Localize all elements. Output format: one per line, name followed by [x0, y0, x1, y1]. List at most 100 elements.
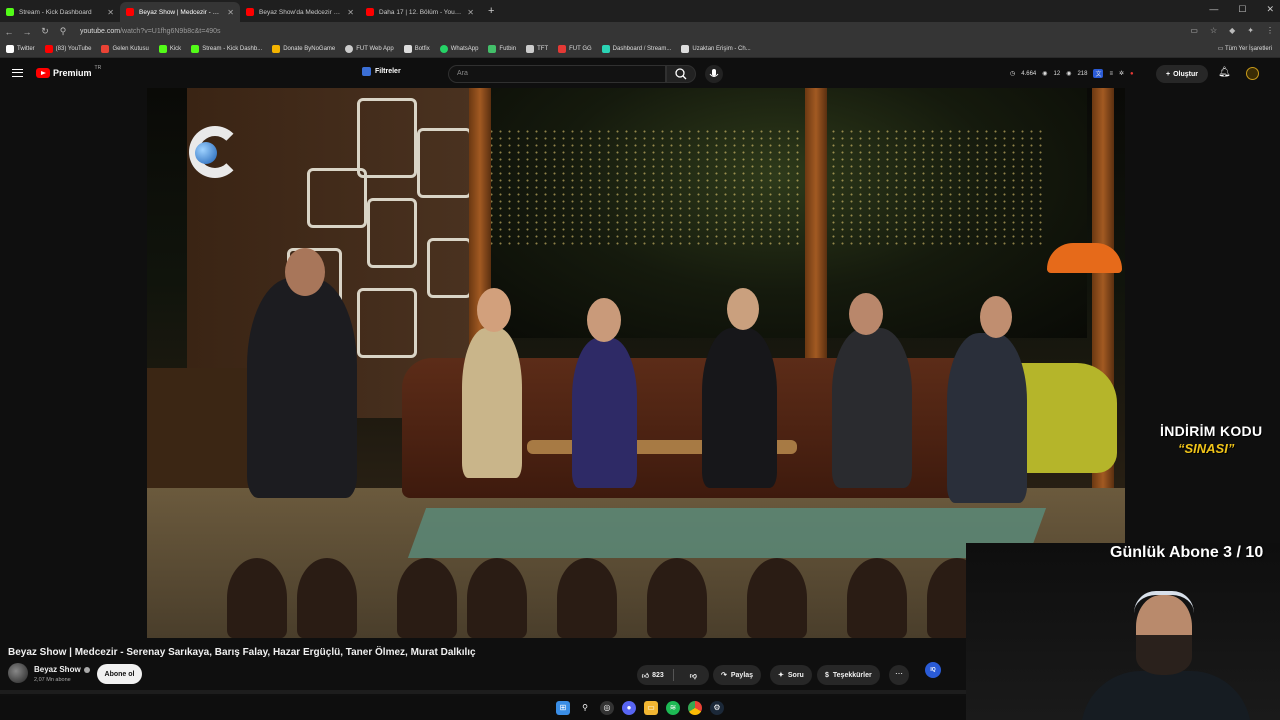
- puzzle-icon[interactable]: ✦: [1247, 26, 1254, 35]
- discord-icon[interactable]: ●: [622, 701, 636, 715]
- bookmark-item[interactable]: Botfix: [403, 45, 430, 53]
- extension-icon[interactable]: ◆: [1229, 26, 1235, 35]
- stat-b: 218: [1077, 70, 1088, 77]
- like-dislike-group: 👍︎ 823 👎︎: [637, 665, 709, 685]
- windows-start-icon[interactable]: ⊞: [556, 701, 570, 715]
- create-button[interactable]: + Oluştur: [1156, 65, 1208, 83]
- bookmark-item[interactable]: Gelen Kutusu: [101, 45, 149, 53]
- sparkle-icon: ✦: [778, 672, 784, 679]
- bookmark-item[interactable]: FUT GG: [558, 45, 592, 53]
- all-bookmarks-label: Tüm Yer İşaretleri: [1224, 46, 1272, 52]
- tab-kick-dashboard[interactable]: Stream - Kick Dashboard ✕: [0, 2, 120, 22]
- stat-a: 12: [1053, 70, 1061, 77]
- bookmark-item[interactable]: Uzaktan Erişim - Ch...: [681, 45, 751, 53]
- thanks-button[interactable]: $ Teşekkürler: [817, 665, 880, 685]
- search-icon: [675, 68, 687, 80]
- guest-head: [849, 293, 883, 335]
- close-icon[interactable]: ✕: [227, 8, 234, 17]
- search-button[interactable]: [666, 65, 696, 83]
- url-host: youtube.com: [80, 28, 121, 35]
- bookmark-item[interactable]: Twitter: [6, 45, 35, 53]
- ask-label: Soru: [787, 671, 804, 679]
- search-icon[interactable]: ⚲: [578, 701, 592, 715]
- settings-icon[interactable]: ✲: [1119, 70, 1124, 77]
- bookmark-label: FUT GG: [569, 46, 592, 52]
- clock-icon: ◷: [1010, 71, 1016, 77]
- gmail-icon: [101, 45, 110, 53]
- iq-icon[interactable]: IQ: [925, 662, 941, 678]
- extension-stats: ◷ 4.664 ◉ 12 ◉ 218 文 ≡ ✲ ●: [1010, 69, 1134, 78]
- verified-icon: [83, 666, 90, 673]
- url-path: /watch?v=U1fhg6N9b8c&t=490s: [120, 28, 221, 35]
- orange-lamp: [1047, 243, 1122, 273]
- reload-icon[interactable]: ↻: [36, 26, 54, 37]
- whatsapp-icon: [439, 45, 448, 53]
- close-icon[interactable]: ✕: [347, 8, 354, 17]
- folder-icon[interactable]: ▭: [644, 701, 658, 715]
- bookmark-item[interactable]: Futbin: [488, 45, 516, 53]
- url-field[interactable]: youtube.com/watch?v=U1fhg6N9b8c&t=490s: [80, 28, 221, 35]
- steam-icon[interactable]: ⚙: [710, 701, 724, 715]
- bookmark-item[interactable]: WhatsApp: [439, 45, 478, 53]
- youtube-icon: [126, 8, 134, 16]
- list-icon[interactable]: ≡: [1109, 71, 1113, 77]
- taskbar-icons: ⊞ ⚲ ◎ ● ▭ ≋ ⚙: [556, 701, 724, 715]
- obs-icon[interactable]: ◎: [600, 701, 614, 715]
- guest-figure: [702, 328, 777, 488]
- bookmark-item[interactable]: FUT Web App: [345, 45, 394, 53]
- site-info-icon[interactable]: ⚲: [54, 26, 72, 37]
- menu-icon[interactable]: ⋮: [1266, 26, 1274, 35]
- channel-avatar[interactable]: [8, 663, 28, 683]
- more-actions-icon[interactable]: ⋯: [889, 665, 909, 685]
- maximize-icon[interactable]: ☐: [1238, 4, 1246, 15]
- bookmark-item[interactable]: Kick: [158, 45, 181, 53]
- windows-taskbar: ⊞ ⚲ ◎ ● ▭ ≋ ⚙: [0, 696, 966, 720]
- minimize-icon[interactable]: —: [1209, 4, 1218, 15]
- kanal-d-logo-icon: [189, 126, 241, 178]
- close-icon[interactable]: ✕: [467, 8, 474, 17]
- thumbs-down-icon: 👎︎: [689, 672, 697, 680]
- dislike-button[interactable]: 👎︎: [678, 665, 710, 685]
- filters-button[interactable]: Filtreler: [362, 67, 401, 76]
- close-window-icon[interactable]: ✕: [1266, 4, 1274, 15]
- filter-icon: [362, 67, 371, 76]
- bookmark-item[interactable]: TFT: [526, 45, 548, 53]
- new-tab-button[interactable]: +: [488, 5, 494, 17]
- bookmark-item[interactable]: (83) YouTube: [44, 45, 91, 53]
- bookmark-label: Dashboard / Stream...: [612, 46, 672, 52]
- chrome-icon[interactable]: [688, 701, 702, 715]
- voice-search-button[interactable]: [705, 65, 723, 83]
- channel-name[interactable]: Beyaz Show: [34, 665, 90, 674]
- thanks-label: Teşekkürler: [832, 671, 872, 679]
- tab-beyaz-show[interactable]: Beyaz Show | Medcezir - Se... ✕: [120, 2, 240, 22]
- notifications-icon[interactable]: 🔔︎: [1218, 67, 1231, 81]
- back-icon[interactable]: ←: [0, 27, 18, 37]
- guest-figure: [462, 328, 522, 478]
- record-icon[interactable]: ●: [1130, 71, 1134, 77]
- streamer-body: [1081, 671, 1251, 720]
- search-input[interactable]: Ara: [448, 65, 666, 83]
- hamburger-menu-icon[interactable]: [12, 69, 23, 77]
- star-icon[interactable]: ☆: [1210, 26, 1217, 35]
- ask-button[interactable]: ✦ Soru: [770, 665, 812, 685]
- toolbar-icons: ▭ ☆ ◆ ✦ ⋮: [1190, 26, 1274, 35]
- tab-beyaz-show-skec[interactable]: Beyaz Show'da Medcezir skeç... ✕: [240, 2, 360, 22]
- spotify-icon[interactable]: ≋: [666, 701, 680, 715]
- bookmark-item[interactable]: Donate ByNoGame: [272, 45, 335, 53]
- bookmark-item[interactable]: Stream - Kick Dashb...: [191, 45, 262, 53]
- guest-figure: [947, 333, 1027, 503]
- avatar[interactable]: [1246, 67, 1259, 80]
- like-button[interactable]: 👍︎ 823: [637, 665, 669, 685]
- forward-icon[interactable]: →: [18, 27, 36, 37]
- share-button[interactable]: ↷ Paylaş: [713, 665, 762, 685]
- translate-icon[interactable]: 文: [1093, 69, 1104, 78]
- all-bookmarks[interactable]: ▭ Tüm Yer İşaretleri: [1218, 45, 1272, 52]
- subscribe-button[interactable]: Abone ol: [97, 664, 142, 684]
- close-icon[interactable]: ✕: [107, 8, 114, 17]
- tab-daha-17[interactable]: Daha 17 | 12. Bölüm - YouTube ✕: [360, 2, 480, 22]
- youtube-logo[interactable]: Premium TR: [36, 65, 101, 78]
- bookmark-item[interactable]: Dashboard / Stream...: [601, 45, 672, 53]
- bookmark-label: Donate ByNoGame: [283, 46, 336, 52]
- host-figure: [247, 278, 357, 498]
- cast-icon[interactable]: ▭: [1190, 26, 1198, 35]
